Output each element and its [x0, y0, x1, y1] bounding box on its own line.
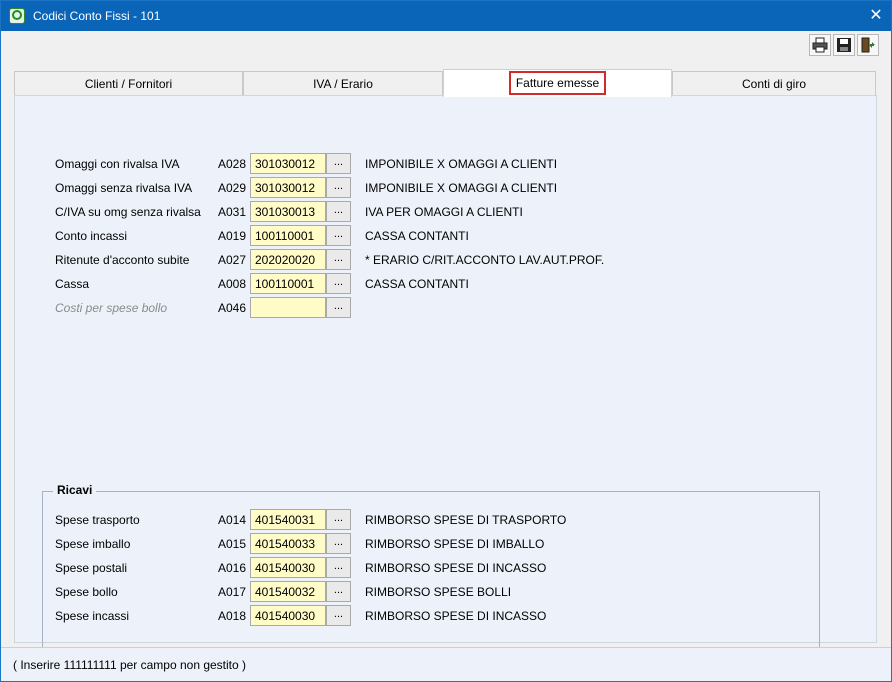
window-title: Codici Conto Fissi - 101 [33, 9, 161, 23]
account-input[interactable]: 401540030 [250, 557, 326, 578]
tab-label: Clienti / Fornitori [84, 77, 173, 91]
tab-label: IVA / Erario [313, 77, 373, 91]
account-input[interactable]: 301030012 [250, 153, 326, 174]
close-icon[interactable]: ✕ [861, 1, 891, 31]
account-input[interactable] [250, 297, 326, 318]
field-label: Costi per spese bollo [55, 301, 168, 315]
tab-label: Fatture emesse [508, 71, 607, 95]
tab-panel: Omaggi con rivalsa IVA A028 301030012 ..… [14, 95, 877, 651]
tab-fatture-emesse[interactable]: Fatture emesse [443, 69, 672, 97]
browse-button[interactable]: ... [326, 605, 351, 626]
browse-button[interactable]: ... [326, 201, 351, 222]
tab-bar: Clienti / Fornitori IVA / Erario Fatture… [14, 69, 876, 97]
account-input[interactable]: 202020020 [250, 249, 326, 270]
browse-button[interactable]: ... [326, 557, 351, 578]
field-label: Ritenute d'acconto subite [55, 253, 190, 267]
account-description: IVA PER OMAGGI A CLIENTI [365, 205, 523, 219]
browse-button[interactable]: ... [326, 225, 351, 246]
account-description: CASSA CONTANTI [365, 277, 469, 291]
browse-button[interactable]: ... [326, 297, 351, 318]
account-description: RIMBORSO SPESE DI TRASPORTO [365, 513, 567, 527]
account-input[interactable]: 100110001 [250, 273, 326, 294]
field-label: Cassa [55, 277, 90, 291]
tab-conti-di-giro[interactable]: Conti di giro [672, 71, 876, 96]
title-bar: Codici Conto Fissi - 101 ✕ [1, 1, 891, 31]
account-description: * ERARIO C/RIT.ACCONTO LAV.AUT.PROF. [365, 253, 605, 267]
browse-button[interactable]: ... [326, 249, 351, 270]
field-label: Spese imballo [55, 537, 131, 551]
print-button[interactable] [809, 34, 831, 56]
group-title: Ricavi [53, 483, 97, 497]
field-label: Omaggi con rivalsa IVA [55, 157, 180, 171]
app-logo-icon [9, 8, 25, 24]
browse-button[interactable]: ... [326, 177, 351, 198]
account-input[interactable]: 100110001 [250, 225, 326, 246]
browse-button[interactable]: ... [326, 509, 351, 530]
field-label: Omaggi senza rivalsa IVA [55, 181, 193, 195]
field-label: Conto incassi [55, 229, 128, 243]
browse-button[interactable]: ... [326, 153, 351, 174]
account-input[interactable]: 401540031 [250, 509, 326, 530]
browse-button[interactable]: ... [326, 533, 351, 554]
exit-button[interactable] [857, 34, 879, 56]
account-description: RIMBORSO SPESE BOLLI [365, 585, 512, 599]
field-label: Spese bollo [55, 585, 118, 599]
account-description: CASSA CONTANTI [365, 229, 469, 243]
account-description: RIMBORSO SPESE DI IMBALLO [365, 537, 545, 551]
account-input[interactable]: 401540030 [250, 605, 326, 626]
account-description: IMPONIBILE X OMAGGI A CLIENTI [365, 181, 558, 195]
tab-iva-erario[interactable]: IVA / Erario [243, 71, 443, 96]
tab-label: Conti di giro [741, 77, 807, 91]
account-description: RIMBORSO SPESE DI INCASSO [365, 609, 547, 623]
browse-button[interactable]: ... [326, 273, 351, 294]
printer-icon [812, 37, 828, 53]
field-label: Spese postali [55, 561, 128, 575]
account-input[interactable]: 401540032 [250, 581, 326, 602]
field-label: Spese incassi [55, 609, 130, 623]
account-input[interactable]: 401540033 [250, 533, 326, 554]
floppy-disk-icon [837, 38, 851, 52]
account-description: IMPONIBILE X OMAGGI A CLIENTI [365, 157, 558, 171]
status-text: ( Inserire 111111111 per campo non gesti… [13, 658, 247, 672]
status-bar: ( Inserire 111111111 per campo non gesti… [1, 647, 891, 681]
browse-button[interactable]: ... [326, 581, 351, 602]
save-button[interactable] [833, 34, 855, 56]
account-input[interactable]: 301030013 [250, 201, 326, 222]
toolbar [1, 31, 891, 59]
tab-clienti-fornitori[interactable]: Clienti / Fornitori [14, 71, 243, 96]
field-label: Spese trasporto [55, 513, 140, 527]
account-description: RIMBORSO SPESE DI INCASSO [365, 561, 547, 575]
field-label: C/IVA su omg senza rivalsa [55, 205, 201, 219]
exit-door-icon [861, 37, 875, 53]
account-input[interactable]: 301030012 [250, 177, 326, 198]
main-window: Codici Conto Fissi - 101 ✕ Clienti / For… [0, 0, 892, 682]
